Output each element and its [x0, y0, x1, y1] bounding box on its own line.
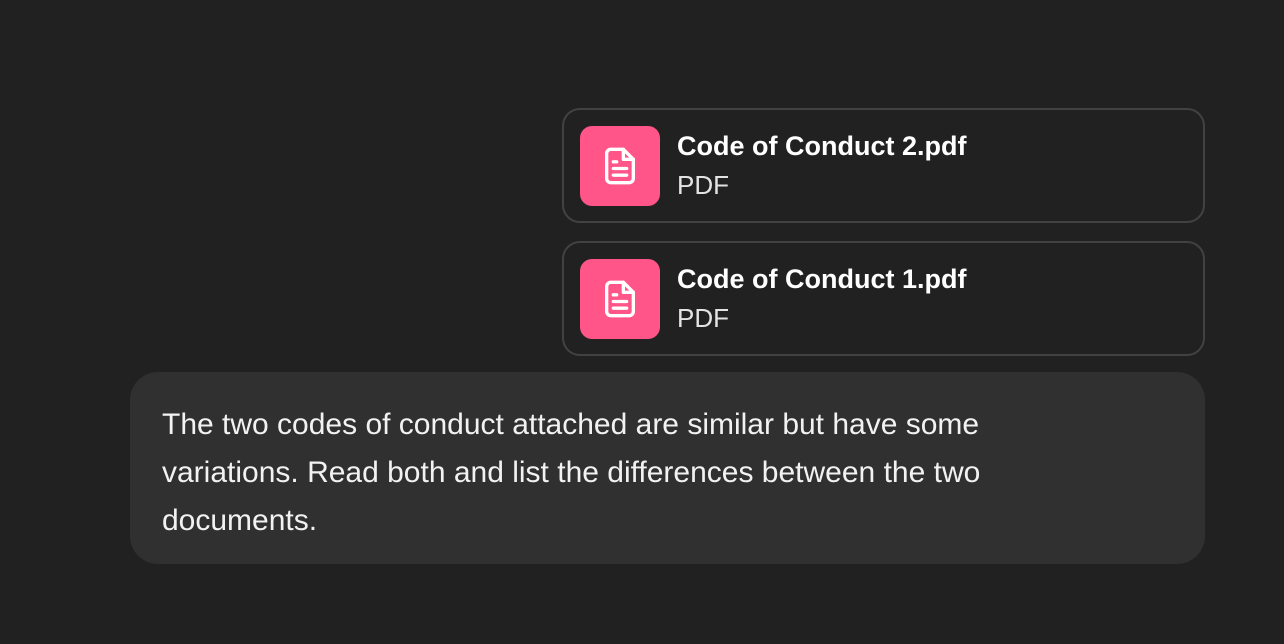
attachment-filename: Code of Conduct 2.pdf — [677, 131, 967, 161]
attachment-filetype: PDF — [677, 170, 729, 200]
attachment-meta: Code of Conduct 1.pdf PDF — [677, 261, 966, 336]
attachments-list: Code of Conduct 2.pdf PDF Code of Conduc… — [562, 108, 1205, 356]
document-icon — [580, 125, 660, 206]
attachment-filetype: PDF — [677, 303, 729, 333]
attachment-meta: Code of Conduct 2.pdf PDF — [677, 128, 966, 203]
attachment-card[interactable]: Code of Conduct 1.pdf PDF — [562, 241, 1205, 356]
user-message-bubble: The two codes of conduct attached are si… — [130, 372, 1205, 564]
user-message-text: The two codes of conduct attached are si… — [162, 408, 981, 537]
attachment-card[interactable]: Code of Conduct 2.pdf PDF — [562, 108, 1205, 223]
document-icon — [580, 258, 660, 339]
attachment-filename: Code of Conduct 1.pdf — [677, 264, 967, 294]
